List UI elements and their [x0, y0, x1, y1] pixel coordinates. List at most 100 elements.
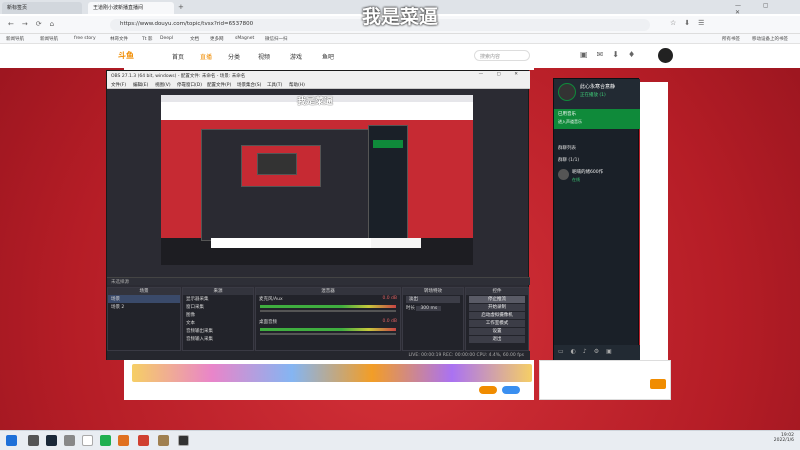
gift-icons[interactable]: [132, 364, 532, 382]
preview-chat-green: [373, 140, 403, 148]
obs-icon[interactable]: [178, 435, 189, 446]
duration-input[interactable]: 300 ms: [416, 306, 442, 311]
scene-item[interactable]: 场景: [108, 295, 180, 303]
stop-streaming-button[interactable]: 停止推流: [469, 296, 525, 303]
chrome-icon[interactable]: [82, 435, 93, 446]
studio-mode-button[interactable]: 工作室模式: [469, 320, 525, 327]
preview-chat-input: [371, 238, 421, 248]
steam-icon[interactable]: [46, 435, 57, 446]
app-icon[interactable]: [118, 435, 129, 446]
source-label: 未选择源: [111, 280, 129, 285]
member-avatar[interactable]: [558, 169, 569, 180]
preview-nested-frame: [257, 153, 297, 175]
group-label: 已用音乐: [558, 112, 576, 117]
nav-live[interactable]: 直播: [200, 52, 212, 61]
group-sub: 进入声道音乐: [558, 119, 582, 124]
volume-slider[interactable]: [260, 310, 396, 312]
bookmark-item[interactable]: 林哥文件: [110, 36, 128, 42]
scene-item[interactable]: 场景 2: [108, 303, 180, 311]
nav-home[interactable]: 首页: [172, 52, 184, 61]
obs-menu-file[interactable]: 文件(F): [111, 82, 126, 88]
video-subtitle: 我是菜逼: [361, 6, 438, 28]
bookmark-item[interactable]: free story: [74, 36, 96, 41]
chat-avatar[interactable]: [558, 83, 576, 101]
bookmark-item[interactable]: sMagnet: [235, 36, 254, 41]
bookmark-item[interactable]: 新闻导航: [40, 36, 58, 42]
start-recording-button[interactable]: 开始录制: [469, 304, 525, 311]
start-icon[interactable]: [6, 435, 17, 446]
chat-group-banner[interactable]: 已用音乐 进入声道音乐: [554, 109, 640, 129]
mixer-channel-level: 0.0 dB: [382, 319, 397, 324]
send-button[interactable]: [650, 379, 666, 389]
search-input[interactable]: 搜索内容: [474, 50, 530, 61]
chat-panel: 此心永寒合意静 正在播放 (1) 已用音乐 进入声道音乐 群聊列表 群聊 (1/…: [553, 78, 640, 360]
obs-menu-view[interactable]: 视图(V): [155, 82, 171, 88]
nav-video[interactable]: 视频: [258, 52, 270, 61]
source-item[interactable]: 音频输入采集: [183, 335, 253, 343]
chat-section[interactable]: 群聊 (1/1): [558, 157, 579, 163]
bookmark-item[interactable]: 文档: [190, 36, 199, 42]
app-icon[interactable]: [158, 435, 169, 446]
chat-input-area[interactable]: [539, 360, 671, 400]
obs-menu-help[interactable]: 帮助(H): [289, 82, 305, 88]
mixer-channel-label: 桌面音频 0.0 dB: [256, 318, 400, 326]
source-item[interactable]: 窗口采集: [183, 303, 253, 311]
obs-menu-edit[interactable]: 编辑(E): [133, 82, 148, 88]
wechat-icon[interactable]: [100, 435, 111, 446]
obs-menu-scenes[interactable]: 场景集合(S): [237, 82, 261, 88]
obs-source-toolbar: 未选择源: [107, 277, 530, 285]
preview-caption: 我是菜逼: [297, 97, 334, 107]
bookmark-item[interactable]: 所有书签: [722, 36, 740, 42]
chat-subtitle: 正在播放 (1): [580, 93, 606, 98]
volume-slider[interactable]: [260, 333, 396, 335]
source-item[interactable]: 文本: [183, 319, 253, 327]
obs-window: OBS 27.1.3 (64 bit, windows) - 配置文件: 未命名…: [106, 70, 530, 360]
bookmark-item[interactable]: 新闻导航: [6, 36, 24, 42]
member-status: 在线: [572, 177, 580, 182]
virtual-camera-button[interactable]: 启动虚拟摄像机: [469, 312, 525, 319]
obs-menu-docks[interactable]: 停靠窗口(D): [177, 82, 202, 88]
bookmark-item[interactable]: 微信扫一扫: [265, 36, 288, 42]
dock-mixer-title: 混音器: [256, 288, 400, 295]
member-name[interactable]: 呢喃的绪600作: [572, 169, 603, 175]
dock-scenes-title: 场景: [108, 288, 180, 295]
bookmark-item[interactable]: 更多网: [210, 36, 224, 42]
obs-preview[interactable]: 我是菜逼: [161, 95, 473, 265]
mixer-channel-name: 麦克风/Aux: [259, 297, 283, 302]
recharge-button[interactable]: [502, 386, 520, 394]
settings-button[interactable]: 设置: [469, 328, 525, 335]
nav-category[interactable]: 分类: [228, 52, 240, 61]
app-icon[interactable]: [138, 435, 149, 446]
side-panel: [640, 82, 668, 372]
bookmark-item[interactable]: Tt 影: [142, 36, 152, 42]
bookmark-item[interactable]: 移动设备上的书签: [752, 36, 788, 42]
nav-fishbar[interactable]: 鱼吧: [322, 52, 334, 61]
gift-bar: [124, 360, 534, 400]
search-icon[interactable]: [28, 435, 39, 446]
source-item[interactable]: 图像: [183, 311, 253, 319]
duration-label: 时长: [406, 306, 415, 311]
obs-menu-profile[interactable]: 配置文件(P): [207, 82, 231, 88]
exit-button[interactable]: 退出: [469, 336, 525, 343]
transition-select[interactable]: 淡出: [406, 296, 460, 303]
dock-sources: 来源 显示器采集 窗口采集 图像 文本 音频输出采集 音频输入采集: [182, 287, 254, 351]
source-item[interactable]: 显示器采集: [183, 295, 253, 303]
nav-game[interactable]: 游戏: [290, 52, 302, 61]
chat-list-title: 群聊列表: [558, 146, 576, 151]
source-item[interactable]: 音频输出采集: [183, 327, 253, 335]
gift-send-button[interactable]: [479, 386, 497, 394]
obs-menu-tools[interactable]: 工具(T): [267, 82, 282, 88]
app-icon[interactable]: [64, 435, 75, 446]
taskbar: 19:02 2022/1/6: [0, 430, 800, 450]
audio-meter: [260, 328, 396, 331]
obs-title: OBS 27.1.3 (64 bit, windows) - 配置文件: 未命名…: [111, 74, 246, 79]
chat-toolbar-icons[interactable]: ▭◐♪⚙▣: [554, 345, 640, 360]
dock-controls: 控件 停止推流 开始录制 启动虚拟摄像机 工作室模式 设置 退出: [465, 287, 529, 351]
header-icons[interactable]: ▣✉⬇♦: [580, 50, 644, 59]
dock-controls-title: 控件: [466, 288, 528, 295]
avatar[interactable]: [658, 48, 673, 63]
bookmark-item[interactable]: Deepl: [160, 36, 173, 41]
obs-status-bar: LIVE: 00:00:19 REC: 00:00:00 CPU: 4.4%, …: [107, 351, 530, 360]
obs-status-text: LIVE: 00:00:19 REC: 00:00:00 CPU: 4.4%, …: [408, 353, 524, 358]
site-logo[interactable]: 斗鱼: [118, 50, 134, 61]
